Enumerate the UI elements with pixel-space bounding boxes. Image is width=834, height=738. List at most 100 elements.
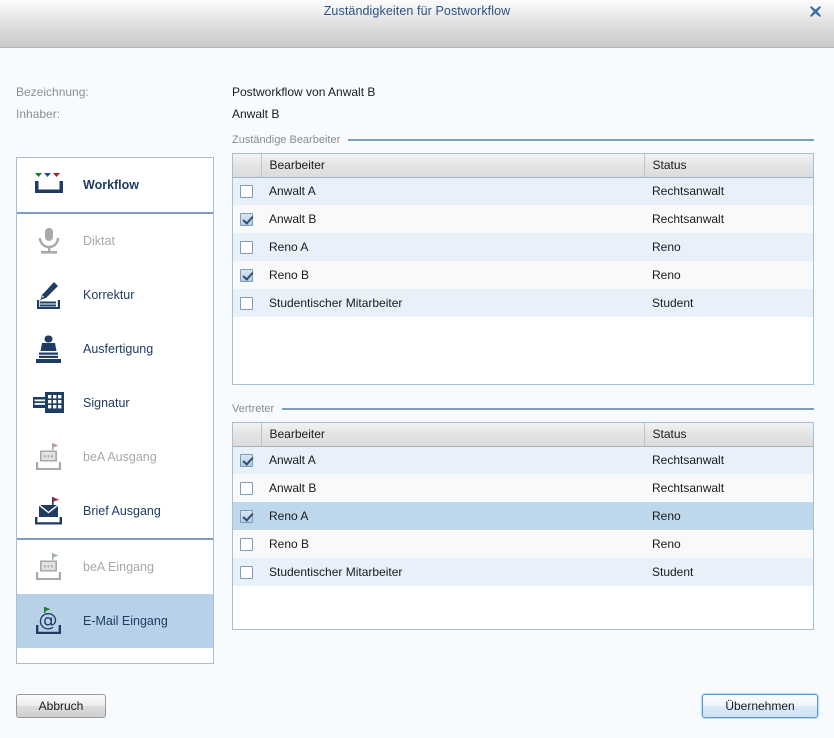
cell-bearbeiter: Anwalt A (261, 177, 644, 205)
sidebar-item-label: E-Mail Eingang (83, 614, 168, 628)
cell-status: Rechtsanwalt (644, 474, 813, 502)
row-checkbox[interactable] (240, 454, 253, 468)
table-row[interactable]: Reno B Reno (233, 261, 813, 289)
table-row[interactable]: Reno A Reno (233, 233, 813, 261)
cell-bearbeiter: Reno B (261, 530, 644, 558)
group-rule (282, 408, 814, 410)
table-body: Anwalt A Rechtsanwalt Anwalt B Rechtsanw… (233, 177, 813, 317)
table-container[interactable]: Bearbeiter Status Anwalt A Rechtsanwalt … (232, 153, 814, 385)
row-checkbox[interactable] (240, 269, 253, 283)
table-row[interactable]: Anwalt B Rechtsanwalt (233, 474, 813, 502)
cancel-button[interactable]: Abbruch (16, 694, 106, 718)
sidebar-item-bea-ausgang[interactable]: beA Ausgang (17, 430, 213, 484)
row-checkbox[interactable] (240, 297, 253, 311)
cell-status: Reno (644, 502, 813, 530)
cell-status: Reno (644, 233, 813, 261)
table-header-row: Bearbeiter Status (233, 423, 813, 447)
group-title: Vertreter (232, 403, 275, 415)
sidebar-item-label: Workflow (83, 178, 140, 192)
table-row[interactable]: Anwalt B Rechtsanwalt (233, 205, 813, 233)
apply-button[interactable]: Übernehmen (702, 694, 818, 718)
bea-outbox-icon (27, 437, 71, 477)
cell-bearbeiter: Reno A (261, 233, 644, 261)
table-empty-area (233, 317, 813, 384)
table-row[interactable]: Studentischer Mitarbeiter Student (233, 289, 813, 317)
sidebar-item-label: Diktat (83, 234, 115, 248)
table-row[interactable]: Reno A Reno (233, 502, 813, 530)
cell-status: Rechtsanwalt (644, 205, 813, 233)
row-checkbox-cell[interactable] (233, 530, 261, 558)
sidebar-item-label: beA Ausgang (83, 450, 157, 464)
row-checkbox[interactable] (240, 241, 253, 255)
cell-status: Student (644, 558, 813, 586)
table-row[interactable]: Anwalt A Rechtsanwalt (233, 446, 813, 474)
column-header-select[interactable] (233, 154, 262, 178)
row-checkbox-cell[interactable] (233, 289, 261, 317)
column-header-select[interactable] (233, 423, 262, 447)
cell-status: Rechtsanwalt (644, 446, 813, 474)
bea-inbox-icon (27, 547, 71, 587)
bearbeiter-table: Bearbeiter Status Anwalt A Rechtsanwalt … (233, 154, 813, 317)
column-header-status[interactable]: Status (644, 154, 813, 178)
cell-status: Rechtsanwalt (644, 177, 813, 205)
sidebar-item-e-mail-eingang[interactable]: @ E-Mail Eingang (17, 594, 213, 648)
value-inhaber: Anwalt B (232, 107, 280, 121)
workflow-tray-icon (27, 165, 71, 205)
table-row[interactable]: Studentischer Mitarbeiter Student (233, 558, 813, 586)
cell-status: Student (644, 289, 813, 317)
value-bezeichnung: Postworkflow von Anwalt B (232, 85, 376, 99)
row-checkbox[interactable] (240, 538, 253, 552)
cell-bearbeiter: Reno A (261, 502, 644, 530)
cell-bearbeiter: Anwalt A (261, 446, 644, 474)
group-title: Zuständige Bearbeiter (232, 134, 341, 146)
row-checkbox-cell[interactable] (233, 233, 261, 261)
close-icon[interactable] (804, 1, 826, 21)
row-checkbox-cell[interactable] (233, 261, 261, 289)
row-checkbox[interactable] (240, 482, 253, 496)
row-checkbox-cell[interactable] (233, 502, 261, 530)
cell-bearbeiter: Reno B (261, 261, 644, 289)
sidebar-item-diktat[interactable]: Diktat (17, 214, 213, 268)
label-inhaber: Inhaber: (16, 107, 61, 121)
row-checkbox[interactable] (240, 185, 253, 199)
sidebar-item-label: Korrektur (83, 288, 135, 302)
row-checkbox-cell[interactable] (233, 205, 261, 233)
microphone-icon (27, 221, 71, 261)
pencil-tray-icon (27, 275, 71, 315)
row-checkbox-cell[interactable] (233, 474, 261, 502)
table-row[interactable]: Reno B Reno (233, 530, 813, 558)
envelope-outbox-icon (27, 491, 71, 531)
signature-card-icon (27, 383, 71, 423)
row-checkbox-cell[interactable] (233, 446, 261, 474)
sidebar-item-label: Ausfertigung (83, 342, 154, 356)
row-checkbox[interactable] (240, 213, 253, 227)
cell-bearbeiter: Anwalt B (261, 474, 644, 502)
column-header-bearbeiter[interactable]: Bearbeiter (261, 423, 645, 447)
column-header-bearbeiter[interactable]: Bearbeiter (261, 154, 645, 178)
cell-status: Reno (644, 530, 813, 558)
cell-status: Reno (644, 261, 813, 289)
label-bezeichnung: Bezeichnung: (16, 85, 89, 99)
sidebar-item-brief-ausgang[interactable]: Brief Ausgang (17, 484, 213, 538)
cell-bearbeiter: Studentischer Mitarbeiter (261, 289, 644, 317)
sidebar-item-label: Brief Ausgang (83, 504, 161, 518)
column-header-status[interactable]: Status (644, 423, 813, 447)
sidebar-item-label: Signatur (83, 396, 130, 410)
table-row[interactable]: Anwalt A Rechtsanwalt (233, 177, 813, 205)
row-checkbox-cell[interactable] (233, 177, 261, 205)
sidebar-item-bea-eingang[interactable]: beA Eingang (17, 540, 213, 594)
group-header: Zuständige Bearbeiter (232, 133, 814, 147)
row-checkbox[interactable] (240, 510, 253, 524)
sidebar-item-korrektur[interactable]: Korrektur (17, 268, 213, 322)
bearbeiter-table: Bearbeiter Status Anwalt A Rechtsanwalt … (233, 423, 813, 586)
svg-text:@: @ (39, 609, 58, 631)
table-container[interactable]: Bearbeiter Status Anwalt A Rechtsanwalt … (232, 422, 814, 630)
cell-bearbeiter: Anwalt B (261, 205, 644, 233)
sidebar-item-workflow[interactable]: Workflow (17, 158, 213, 212)
table-empty-area (233, 586, 813, 629)
stamp-icon (27, 329, 71, 369)
sidebar-item-ausfertigung[interactable]: Ausfertigung (17, 322, 213, 376)
sidebar-item-signatur[interactable]: Signatur (17, 376, 213, 430)
row-checkbox[interactable] (240, 566, 253, 580)
row-checkbox-cell[interactable] (233, 558, 261, 586)
